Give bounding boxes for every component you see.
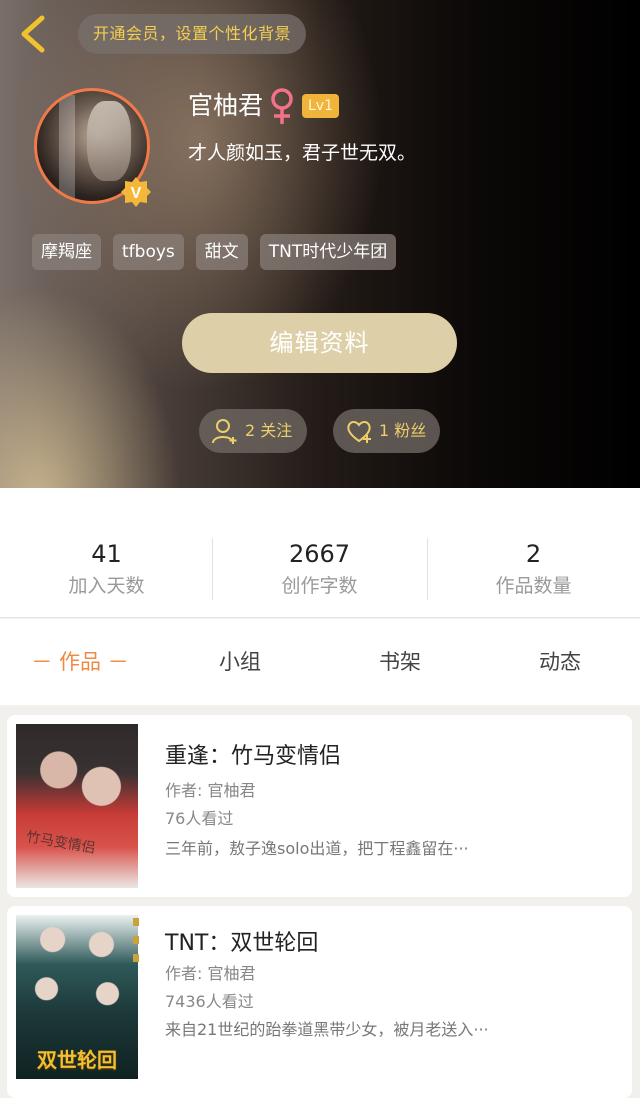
following-label: 2 关注 [245,421,293,440]
svg-text:V: V [131,185,142,202]
stat-value: 2 [525,540,542,568]
tag[interactable]: tfboys [113,234,184,270]
tab-bookshelf[interactable]: 书架 [320,619,480,705]
add-user-icon [212,419,237,444]
chevron-left-icon [21,15,45,53]
cover-title: 竹马变情侣 [24,829,97,857]
more-dots-icon[interactable] [133,916,139,964]
followers-label: 1 粉丝 [379,421,427,440]
back-button[interactable] [14,12,54,56]
work-views: 76人看过 [165,809,234,828]
tab-works[interactable]: － 作品 － [0,619,160,705]
tab-bar: － 作品 － 小组 书架 动态 [0,619,640,705]
stat-words: 2667 创作字数 [213,538,426,600]
cover-title: 双世轮回 [37,1048,117,1072]
stat-days: 41 加入天数 [0,538,213,600]
stat-value: 41 [91,540,122,568]
followers-button[interactable]: 1 粉丝 [333,409,440,453]
vip-banner[interactable]: 开通会员，设置个性化背景 [78,14,306,54]
work-description: 来自21世纪的跆拳道黑带少女，被月老送入··· [165,1020,489,1039]
work-description: 三年前，敖子逸solo出道，把丁程鑫留在··· [165,839,469,858]
verified-v-icon: V [121,177,151,207]
work-title: 重逢：竹马变情侣 [165,744,342,769]
work-card[interactable]: 双世轮回 TNT：双世轮回 作者: 官柚君 7436人看过 来自21世纪的跆拳道… [7,906,632,1098]
stat-value: 2667 [288,540,351,568]
tag-list: 摩羯座 tfboys 甜文 TNT时代少年团 [32,234,397,270]
tab-groups[interactable]: 小组 [160,619,320,705]
works-list: 竹马变情侣 重逢：竹马变情侣 作者: 官柚君 76人看过 三年前，敖子逸solo… [0,706,640,1098]
work-views: 7436人看过 [165,992,254,1011]
stat-works: 2 作品数量 [427,538,640,600]
nickname: 官柚君 [188,91,264,120]
heart-plus-icon [347,421,371,443]
level-badge: Lv1 [302,94,339,118]
stat-label: 加入天数 [68,575,145,597]
work-author: 作者: 官柚君 [165,964,256,983]
bio: 才人颜如玉，君子世无双。 [188,142,417,164]
profile-header: 开通会员，设置个性化背景 V 官柚君 Lv1 才人颜如玉，君子世无双。 摩羯座 … [0,0,640,488]
tag[interactable]: 摩羯座 [32,234,101,270]
following-button[interactable]: 2 关注 [199,409,307,453]
stat-label: 创作字数 [281,575,358,597]
female-icon [271,88,293,124]
tag[interactable]: 甜文 [195,234,248,270]
stat-label: 作品数量 [495,575,572,597]
work-cover: 双世轮回 [16,915,138,1079]
work-title: TNT：双世轮回 [165,931,319,956]
work-card[interactable]: 竹马变情侣 重逢：竹马变情侣 作者: 官柚君 76人看过 三年前，敖子逸solo… [7,715,632,897]
stats-bar: 41 加入天数 2667 创作字数 2 作品数量 [0,488,640,618]
tag[interactable]: TNT时代少年团 [259,234,397,270]
work-author: 作者: 官柚君 [165,781,256,800]
work-cover: 竹马变情侣 [16,724,138,888]
edit-profile-button[interactable]: 编辑资料 [182,313,457,373]
tab-activity[interactable]: 动态 [480,619,640,705]
